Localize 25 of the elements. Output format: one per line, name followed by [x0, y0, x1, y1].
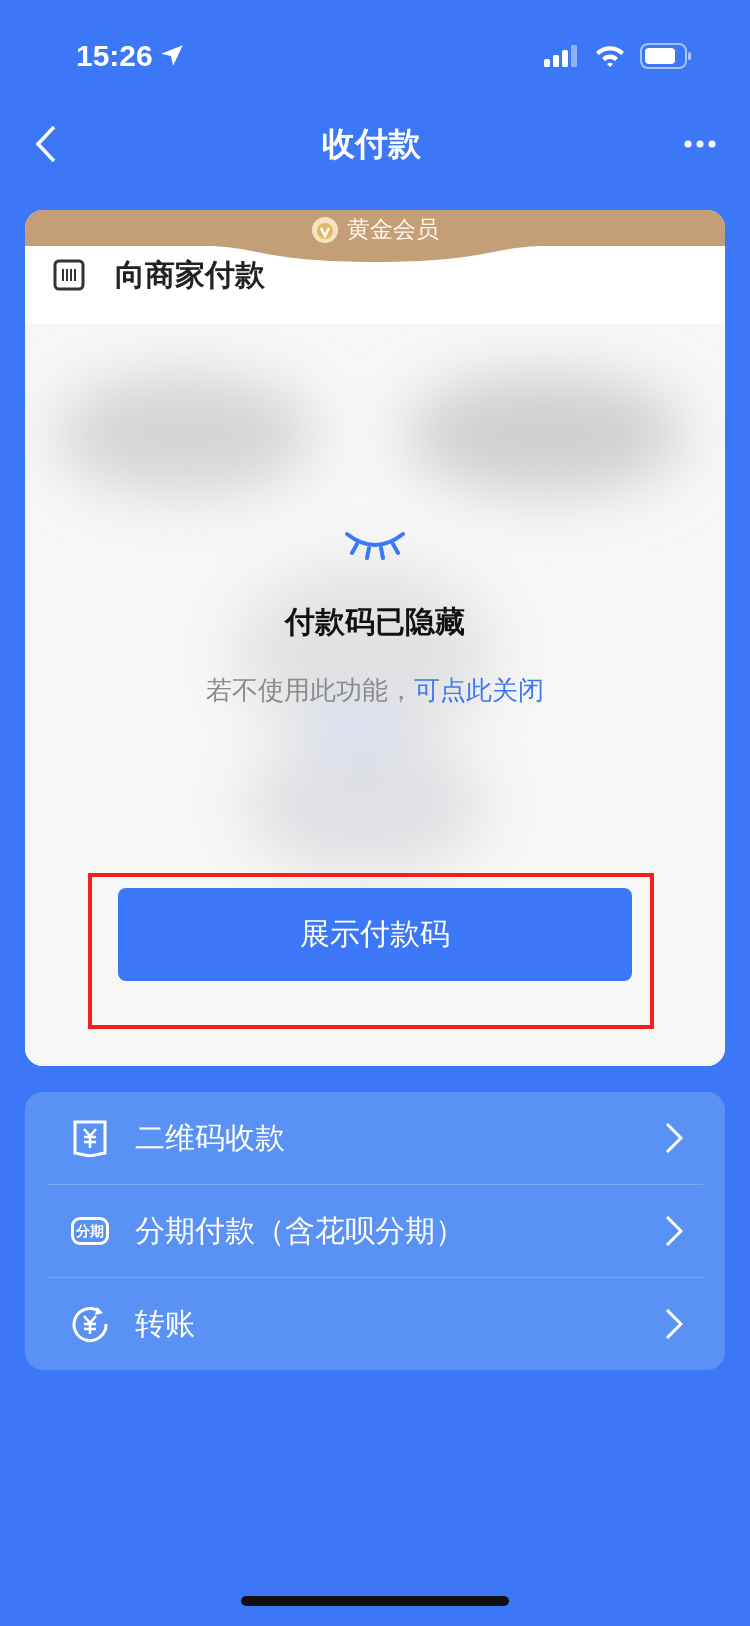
page-title: 收付款 — [321, 123, 421, 164]
disable-hint-text: 若不使用此功能，可点此关闭 — [206, 674, 544, 707]
more-icon[interactable] — [684, 139, 716, 149]
close-feature-link[interactable]: 可点此关闭 — [414, 675, 544, 705]
crown-medal-icon — [311, 215, 339, 244]
chevron-right-icon — [665, 1308, 683, 1340]
menu-item[interactable]: 二维码收款 — [47, 1092, 703, 1184]
menu-item[interactable]: 转账 — [47, 1277, 703, 1370]
back-icon[interactable] — [34, 125, 58, 163]
show-code-button[interactable]: 展示付款码 — [118, 888, 632, 981]
chevron-right-icon — [665, 1122, 683, 1154]
chevron-right-icon — [665, 1215, 683, 1247]
closed-eye-icon — [343, 530, 407, 560]
barcode-icon — [53, 259, 85, 291]
installment-icon: 分期 — [71, 1217, 109, 1245]
signal-icon — [544, 44, 580, 68]
clock-time: 15:26 — [76, 39, 153, 73]
membership-label: 黄金会员 — [347, 215, 439, 244]
battery-icon — [640, 43, 692, 69]
card-title: 向商家付款 — [115, 256, 265, 293]
menu-item[interactable]: 分期 分期付款（含花呗分期） — [47, 1184, 703, 1277]
code-hidden-title: 付款码已隐藏 — [285, 604, 465, 640]
yuan-cycle-icon — [71, 1305, 109, 1343]
yuan-receipt-icon — [71, 1119, 109, 1157]
wifi-icon — [594, 44, 626, 68]
